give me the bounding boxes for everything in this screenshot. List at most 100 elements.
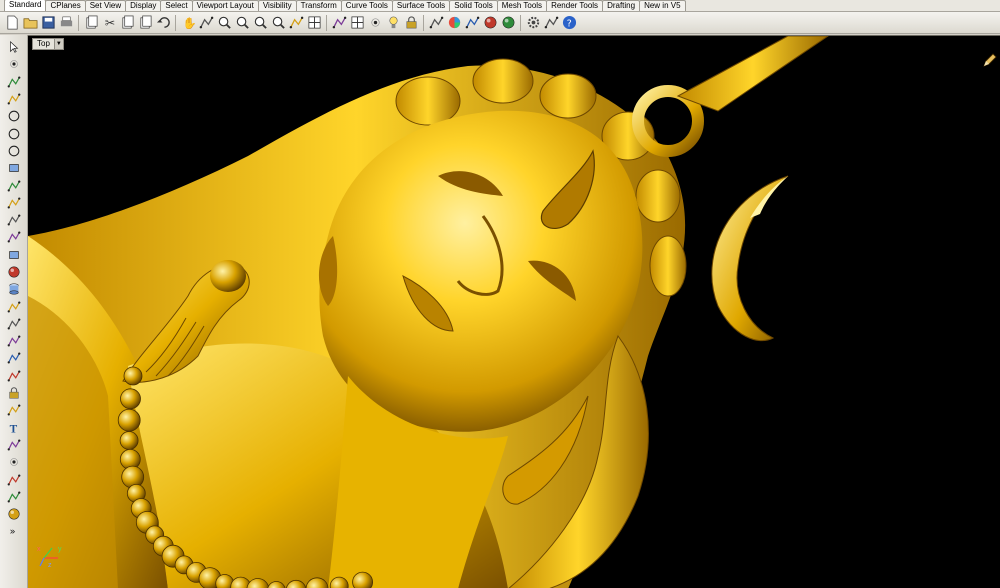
svg-text:✂: ✂ [104,16,114,30]
group-icon[interactable] [5,368,23,384]
dimension-icon[interactable] [5,402,23,418]
polyline-icon[interactable] [5,74,23,90]
rectangle-icon[interactable] [5,160,23,176]
render-sphere-icon[interactable] [482,15,498,31]
boolean-icon[interactable] [5,316,23,332]
tab-new-in-v5[interactable]: New in V5 [639,0,686,11]
svg-text:?: ? [566,18,571,29]
sphere-solid-icon[interactable] [5,264,23,280]
offset-icon[interactable] [5,212,23,228]
mesh-icon[interactable] [5,333,23,349]
save-icon[interactable] [40,15,56,31]
tab-cplanes[interactable]: CPlanes [45,0,86,11]
circle-icon[interactable] [5,108,23,124]
tab-set-view[interactable]: Set View [84,0,127,11]
tab-visibility[interactable]: Visibility [257,0,297,11]
box-solid-icon[interactable] [5,247,23,263]
options-icon[interactable] [543,15,559,31]
undo-icon[interactable] [155,15,171,31]
zoom-dynamic-icon[interactable] [234,15,250,31]
lock-icon[interactable] [403,15,419,31]
axis-y-label: y [58,546,62,553]
open-folder-icon[interactable] [22,15,38,31]
surface-icon[interactable] [5,298,23,314]
zoom-selected-icon[interactable] [270,15,286,31]
viewport-title-label[interactable]: Top ▼ [32,38,64,50]
rudraksha-bead [123,366,143,386]
toolbar-separator [520,14,521,31]
polygon-icon[interactable] [5,177,23,193]
viewport-menu-arrow-icon[interactable]: ▼ [53,39,63,49]
render-box-icon[interactable] [5,506,23,522]
toolbar-tab-strip: Standard CPlanes Set View Display Select… [0,0,1000,12]
four-viewports-icon[interactable] [306,15,322,31]
block-icon[interactable] [5,385,23,401]
toolbar-separator [326,14,327,31]
zoom-extents-icon[interactable] [252,15,268,31]
main-left-toolbar: T» [0,35,28,588]
color-wheel-icon[interactable] [446,15,462,31]
standard-toolbar: ✂ ✋? [0,12,1000,34]
zoom-window-icon[interactable] [216,15,232,31]
text-icon[interactable]: T [5,420,23,436]
extrude-icon[interactable] [5,229,23,245]
copy-icon[interactable] [119,15,135,31]
import-icon[interactable] [83,15,99,31]
svg-text:»: » [9,527,15,538]
transform-icon[interactable] [5,350,23,366]
render-icon[interactable] [500,15,516,31]
print-icon[interactable] [58,15,74,31]
svg-text:✋: ✋ [182,16,195,30]
tab-standard[interactable]: Standard [4,0,47,11]
new-file-icon[interactable] [4,15,20,31]
rudraksha-bead [117,408,141,432]
tab-select[interactable]: Select [160,0,193,11]
axis-z-label: z [48,562,52,568]
tab-solid-tools[interactable]: Solid Tools [449,0,498,11]
light-bulb-icon[interactable] [385,15,401,31]
axis-x-label: x [37,546,41,553]
cut-icon[interactable]: ✂ [101,15,117,31]
more-tools-icon[interactable]: » [5,523,23,539]
point-icon[interactable] [5,56,23,72]
rudraksha-bead [119,431,139,450]
tab-display[interactable]: Display [125,0,162,11]
curve-icon[interactable] [5,91,23,107]
ellipse-icon[interactable] [5,143,23,159]
toolbar-separator [78,14,79,31]
rotate-view-icon[interactable] [288,15,304,31]
tab-viewport-layout[interactable]: Viewport Layout [191,0,259,11]
pencil-cursor-icon [983,53,997,67]
tab-mesh-tools[interactable]: Mesh Tools [496,0,548,11]
points-icon[interactable] [5,454,23,470]
analyze-icon[interactable] [5,437,23,453]
tab-curve-tools[interactable]: Curve Tools [340,0,393,11]
mirror-icon[interactable] [5,489,23,505]
pan-hand-icon[interactable]: ✋ [180,15,196,31]
tab-drafting[interactable]: Drafting [602,0,641,11]
grid-icon[interactable] [349,15,365,31]
paste-icon[interactable] [137,15,153,31]
rudraksha-bead [352,571,373,588]
3d-model-render[interactable] [28,36,1000,588]
rudraksha-bead [120,388,141,410]
cylinder-icon[interactable] [5,281,23,297]
fillet-curve-icon[interactable] [5,195,23,211]
array-icon[interactable] [5,471,23,487]
help-icon[interactable]: ? [561,15,577,31]
layer-icon[interactable] [428,15,444,31]
tab-transform[interactable]: Transform [295,0,342,11]
select-points-icon[interactable] [367,15,383,31]
select-arrow-icon[interactable] [5,39,23,55]
tab-render-tools[interactable]: Render Tools [546,0,604,11]
cplane-icon[interactable] [331,15,347,31]
tab-surface-tools[interactable]: Surface Tools [391,0,451,11]
world-axes-icon: x y z [37,546,62,568]
svg-text:T: T [9,423,17,435]
toolbar-separator [175,14,176,31]
viewport-top[interactable]: Top ▼ x y z [28,35,1000,588]
arc-icon[interactable] [5,125,23,141]
shade-icon[interactable] [464,15,480,31]
move-view-icon[interactable] [198,15,214,31]
settings-gear-icon[interactable] [525,15,541,31]
